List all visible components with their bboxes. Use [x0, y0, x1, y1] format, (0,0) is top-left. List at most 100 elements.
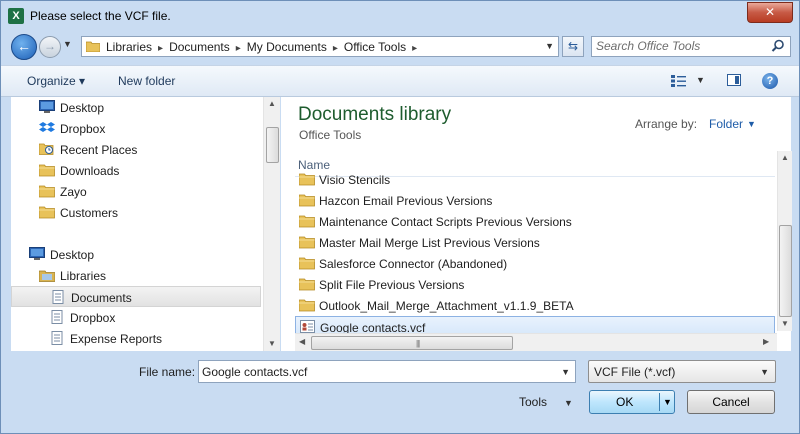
file-type-select[interactable]: VCF File (*.vcf) ▼ — [588, 360, 776, 383]
scroll-thumb[interactable] — [779, 225, 792, 317]
navigation-scrollbar[interactable]: ▲ ▼ — [263, 97, 280, 351]
scroll-right-icon[interactable]: ▶ — [763, 337, 769, 346]
sidebar-item-zayo[interactable]: Zayo — [11, 181, 261, 202]
breadcrumb-separator-icon[interactable]: ▸ — [158, 43, 163, 54]
arrange-dropdown-icon[interactable]: ▼ — [747, 119, 756, 129]
new-folder-button[interactable]: New folder — [118, 74, 175, 88]
library-icon — [38, 268, 56, 282]
folder-icon — [298, 235, 315, 249]
list-item[interactable]: Salesforce Connector (Abandoned) — [295, 253, 775, 274]
sidebar-item-libraries[interactable]: Libraries — [11, 265, 261, 286]
back-button[interactable]: ← — [11, 34, 37, 60]
scroll-up-icon[interactable]: ▲ — [268, 99, 276, 108]
preview-pane-icon[interactable] — [727, 74, 741, 86]
file-name: Outlook_Mail_Merge_Attachment_v1.1.9_BET… — [319, 299, 574, 313]
breadcrumb-separator-icon[interactable]: ▸ — [412, 43, 417, 54]
sidebar-item-label: Documents — [71, 291, 132, 305]
documents-icon — [49, 331, 65, 345]
file-type-dropdown-icon[interactable]: ▼ — [760, 367, 769, 377]
ok-button[interactable]: OK ▼ — [589, 390, 675, 414]
breadcrumb: Libraries ▸ Documents ▸ My Documents ▸ Office … — [106, 40, 423, 54]
documents-icon — [49, 310, 65, 324]
dropbox-icon — [39, 121, 55, 135]
arrange-by-label: Arrange by: — [635, 117, 698, 131]
scroll-down-icon[interactable]: ▼ — [268, 339, 276, 348]
folder-icon — [298, 193, 315, 207]
file-name-combobox[interactable]: ▼ — [198, 360, 576, 383]
search-input[interactable] — [596, 38, 766, 54]
breadcrumb-item[interactable]: Libraries — [106, 40, 152, 54]
sidebar-item-desktop[interactable]: Desktop — [11, 97, 261, 118]
file-name-input[interactable] — [202, 364, 552, 379]
list-item[interactable]: Outlook_Mail_Merge_Attachment_v1.1.9_BET… — [295, 295, 775, 316]
search-icon[interactable] — [771, 39, 785, 53]
sidebar-item-label: Recent Places — [60, 143, 138, 157]
library-subtitle: Office Tools — [299, 128, 362, 142]
file-name: Maintenance Contact Scripts Previous Ver… — [319, 215, 572, 229]
folder-icon — [38, 205, 55, 219]
excel-icon: X — [8, 8, 24, 24]
view-dropdown-icon[interactable]: ▼ — [696, 75, 705, 85]
address-bar[interactable]: Libraries ▸ Documents ▸ My Documents ▸ Office … — [81, 36, 559, 57]
tools-dropdown-icon[interactable]: ▼ — [564, 398, 573, 408]
scroll-up-icon[interactable]: ▲ — [781, 153, 789, 162]
tools-button[interactable]: Tools — [519, 395, 547, 409]
scroll-left-icon[interactable]: ◀ — [299, 337, 305, 346]
cancel-button[interactable]: Cancel — [687, 390, 775, 414]
sidebar-item-desktop[interactable]: Desktop — [11, 244, 261, 265]
sidebar-item-recent-places[interactable]: Recent Places — [11, 139, 261, 160]
search-box[interactable] — [591, 36, 791, 57]
list-item[interactable]: Hazcon Email Previous Versions — [295, 190, 775, 211]
sidebar-item-documents[interactable]: Documents — [11, 286, 261, 307]
sidebar-item-dropbox[interactable]: Dropbox — [11, 307, 261, 328]
folder-icon — [298, 277, 315, 291]
list-item[interactable]: Split File Previous Versions — [295, 274, 775, 295]
sidebar-item-label: Desktop — [60, 101, 105, 115]
sidebar-item-downloads[interactable]: Downloads — [11, 160, 261, 181]
refresh-icon: ⇆ — [567, 39, 579, 53]
library-title: Documents library — [298, 104, 452, 125]
history-dropdown-icon[interactable]: ▼ — [63, 39, 72, 49]
close-button[interactable]: ✕ — [747, 2, 793, 23]
scroll-down-icon[interactable]: ▼ — [781, 319, 789, 328]
forward-button[interactable]: → — [39, 36, 61, 58]
breadcrumb-item[interactable]: My Documents — [247, 40, 327, 54]
title-bar[interactable]: X Please select the VCF file. ✕ — [1, 1, 799, 31]
scroll-thumb[interactable] — [266, 127, 279, 163]
scroll-thumb[interactable]: ||| — [311, 336, 513, 350]
forward-arrow-icon: → — [44, 39, 56, 53]
file-name: Split File Previous Versions — [319, 278, 465, 292]
ok-dropdown-icon[interactable]: ▼ — [663, 397, 672, 407]
address-dropdown-icon[interactable]: ▼ — [545, 41, 554, 51]
breadcrumb-separator-icon[interactable]: ▸ — [333, 43, 338, 54]
sidebar-item-label: Dropbox — [70, 311, 116, 325]
list-item[interactable]: Master Mail Merge List Previous Versions — [295, 232, 775, 253]
back-arrow-icon: ← — [17, 38, 31, 54]
list-item[interactable]: Maintenance Contact Scripts Previous Ver… — [295, 211, 775, 232]
sidebar-item-label: Dropbox — [60, 122, 106, 136]
help-icon[interactable]: ? — [762, 73, 778, 89]
refresh-button[interactable]: ⇆ — [562, 36, 584, 57]
grip-icon: ||| — [416, 339, 420, 348]
organize-button[interactable]: Organize ▾ — [27, 74, 85, 88]
file-list-pane: Documents library Office Tools Arrange b… — [281, 97, 791, 351]
list-item[interactable]: Visio Stencils — [295, 169, 775, 190]
navigation-pane: Desktop Dropbox Recent Places Downloads Zayo… — [11, 97, 275, 351]
arrange-by-dropdown[interactable]: Folder — [709, 117, 743, 131]
file-list-horizontal-scrollbar[interactable]: ◀ ||| ▶ — [295, 333, 777, 351]
file-name: Hazcon Email Previous Versions — [319, 194, 493, 208]
breadcrumb-item[interactable]: Documents — [169, 40, 230, 54]
file-open-dialog: X Please select the VCF file. ✕ ← → ▼ Li… — [0, 0, 800, 434]
file-type-value: VCF File (*.vcf) — [594, 365, 676, 379]
view-options-icon[interactable] — [671, 75, 687, 87]
desktop-icon — [39, 100, 55, 114]
documents-icon — [50, 290, 66, 304]
file-list-vertical-scrollbar[interactable]: ▲ ▼ — [777, 151, 792, 331]
recent-places-icon — [38, 142, 55, 156]
breadcrumb-separator-icon[interactable]: ▸ — [236, 43, 241, 54]
sidebar-item-customers[interactable]: Customers — [11, 202, 261, 223]
file-name-dropdown-icon[interactable]: ▼ — [561, 367, 570, 377]
breadcrumb-item[interactable]: Office Tools — [344, 40, 406, 54]
sidebar-item-expense-reports[interactable]: Expense Reports — [11, 328, 261, 349]
sidebar-item-dropbox[interactable]: Dropbox — [11, 118, 261, 139]
